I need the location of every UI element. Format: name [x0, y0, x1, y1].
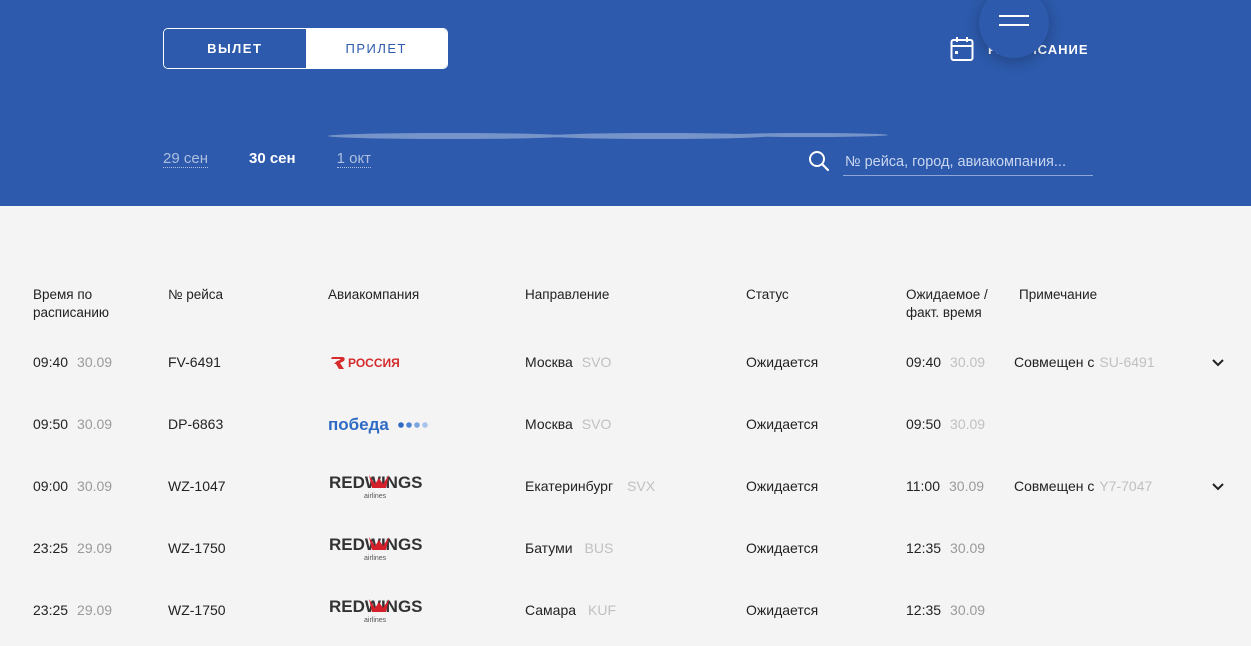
direction: Екатеринбург SVX — [525, 478, 656, 494]
status: Ожидается — [746, 416, 819, 432]
svg-text:REDWINGS: REDWINGS — [329, 535, 423, 554]
search-input[interactable] — [843, 148, 1093, 176]
top-bar: ВЫЛЕТ ПРИЛЕТ РАСПИСАНИЕ 29 сен 30 сен 1 … — [0, 0, 1251, 206]
airline-logo-redwings: REDWINGS airlines — [328, 517, 428, 579]
status: Ожидается — [746, 602, 819, 618]
flight-number: DP-6863 — [168, 416, 224, 432]
svg-text:airlines: airlines — [364, 555, 387, 562]
col-expected-time: Ожидаемое / факт. время — [906, 287, 988, 320]
scheduled-time: 09:00 30.09 — [33, 478, 113, 494]
expected-time: 09:40 30.09 — [906, 354, 986, 370]
date-next[interactable]: 1 окт — [336, 150, 372, 168]
decorative-blur — [328, 133, 888, 139]
expected-time: 12:35 30.09 — [906, 540, 986, 556]
date-selector: 29 сен 30 сен 1 окт — [163, 150, 412, 168]
chevron-down-icon[interactable] — [1210, 354, 1226, 370]
table-row[interactable]: 23:25 29.09 WZ-1750 REDWINGS airlines Бат… — [0, 517, 1251, 579]
direction: Самара KUF — [525, 602, 617, 618]
expected-time: 12:35 30.09 — [906, 602, 986, 618]
col-flight: № рейса — [168, 287, 224, 302]
svg-text:победа: победа — [328, 415, 389, 434]
note: Совмещен с SU-6491 — [1014, 354, 1155, 370]
airline-logo-redwings: REDWINGS airlines — [328, 579, 428, 641]
direction: Москва SVO — [525, 354, 612, 370]
svg-text:REDWINGS: REDWINGS — [329, 473, 423, 492]
scheduled-time: 09:50 30.09 — [33, 416, 113, 432]
table-row[interactable]: 09:40 30.09 FV-6491 РОССИЯ Москва SVO Ожид… — [0, 331, 1251, 393]
col-direction: Направление — [525, 287, 610, 302]
expected-time: 09:50 30.09 — [906, 416, 986, 432]
svg-text:РОССИЯ: РОССИЯ — [348, 356, 400, 370]
col-scheduled-time: Время по расписанию — [33, 287, 109, 320]
search-icon[interactable] — [808, 150, 830, 172]
col-airline: Авиакомпания — [328, 287, 420, 302]
status: Ожидается — [746, 354, 819, 370]
menu-icon — [999, 15, 1029, 17]
table-row[interactable]: 09:00 30.09 WZ-1047 REDWINGS airlines Ека… — [0, 455, 1251, 517]
date-current[interactable]: 30 сен — [249, 150, 296, 168]
col-status: Статус — [746, 287, 789, 302]
table-row[interactable]: 23:25 29.09 WZ-1750 REDWINGS airlines Сам… — [0, 579, 1251, 641]
departure-tab[interactable]: ВЫЛЕТ — [164, 29, 306, 68]
note: Совмещен с Y7-7047 — [1014, 478, 1153, 494]
scheduled-time: 23:25 29.09 — [33, 602, 113, 618]
svg-text:airlines: airlines — [364, 617, 387, 624]
table-row[interactable]: 09:50 30.09 DP-6863 победа Москва SVO Ожид… — [0, 393, 1251, 455]
scheduled-time: 23:25 29.09 — [33, 540, 113, 556]
flight-number: FV-6491 — [168, 354, 221, 370]
expected-time: 11:00 30.09 — [906, 478, 985, 494]
direction-toggle: ВЫЛЕТ ПРИЛЕТ — [163, 28, 448, 69]
airline-logo-redwings: REDWINGS airlines — [328, 455, 428, 517]
airline-logo-rossiya: РОССИЯ — [328, 331, 428, 393]
direction: Москва SVO — [525, 416, 612, 432]
calendar-icon — [950, 37, 974, 61]
date-prev[interactable]: 29 сен — [163, 150, 208, 168]
flight-number: WZ-1750 — [168, 602, 226, 618]
table-header: Время по расписанию № рейса Авиакомпания… — [0, 286, 1251, 326]
arrival-tab[interactable]: ПРИЛЕТ — [305, 29, 447, 68]
status: Ожидается — [746, 540, 819, 556]
flight-number: WZ-1750 — [168, 540, 226, 556]
chevron-down-icon[interactable] — [1210, 478, 1226, 494]
svg-text:REDWINGS: REDWINGS — [329, 597, 423, 616]
flight-number: WZ-1047 — [168, 478, 226, 494]
direction: Батуми BUS — [525, 540, 614, 556]
col-note: Примечание — [1019, 287, 1098, 302]
status: Ожидается — [746, 478, 819, 494]
scheduled-time: 09:40 30.09 — [33, 354, 113, 370]
search-box — [808, 148, 1093, 176]
svg-text:airlines: airlines — [364, 493, 387, 500]
airline-logo-pobeda: победа — [328, 393, 430, 455]
